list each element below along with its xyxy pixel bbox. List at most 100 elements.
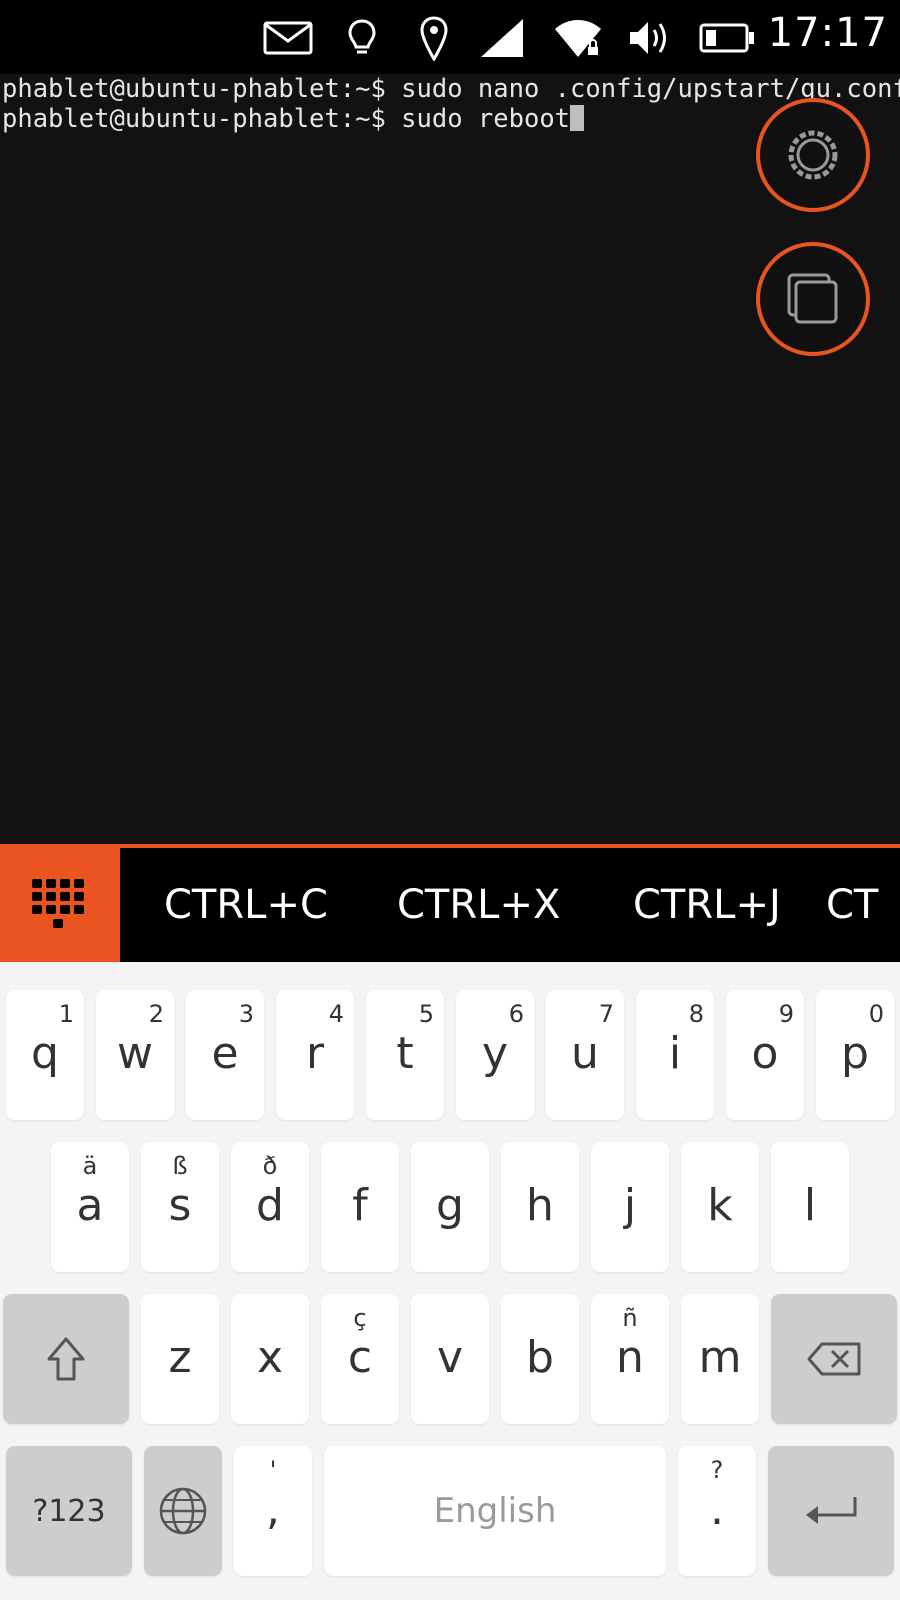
key-w[interactable]: 2w bbox=[96, 990, 174, 1120]
battery-icon[interactable] bbox=[698, 16, 756, 60]
key-h[interactable]: h bbox=[501, 1142, 579, 1272]
key-label: t bbox=[396, 1028, 414, 1079]
key-sup: ñ bbox=[622, 1304, 638, 1332]
key-label: j bbox=[623, 1180, 637, 1231]
symbols-key[interactable]: ?123 bbox=[6, 1446, 132, 1576]
key-label: h bbox=[526, 1180, 554, 1231]
key-f[interactable]: f bbox=[321, 1142, 399, 1272]
settings-button[interactable] bbox=[756, 98, 870, 212]
key-sup: ð bbox=[262, 1152, 278, 1180]
key-t[interactable]: 5t bbox=[366, 990, 444, 1120]
globe-icon bbox=[144, 1446, 222, 1576]
key-r[interactable]: 4r bbox=[276, 990, 354, 1120]
key-label: l bbox=[803, 1180, 817, 1231]
key-sup: ? bbox=[710, 1456, 724, 1484]
key-k[interactable]: k bbox=[681, 1142, 759, 1272]
shortcut-ctrl-j[interactable]: CTRL+J bbox=[633, 848, 781, 962]
key-sup: 6 bbox=[508, 1000, 524, 1028]
message-icon[interactable] bbox=[262, 16, 314, 60]
key-label: g bbox=[436, 1180, 464, 1231]
key-sup: 8 bbox=[688, 1000, 704, 1028]
key-o[interactable]: 9o bbox=[726, 990, 804, 1120]
key-l[interactable]: l bbox=[771, 1142, 849, 1272]
key-sup: 7 bbox=[598, 1000, 614, 1028]
symbols-key-label: ?123 bbox=[32, 1493, 106, 1529]
key-i[interactable]: 8i bbox=[636, 990, 714, 1120]
location-icon[interactable] bbox=[416, 16, 452, 61]
tabs-button[interactable] bbox=[756, 242, 870, 356]
on-screen-keyboard: 1q 2w 3e 4r 5t 6y 7u 8i 9o 0p äa ßs ðd f… bbox=[0, 962, 900, 1600]
terminal-line: phablet@ubuntu-phablet:~$ sudo nano .con… bbox=[2, 74, 900, 104]
key-sup: 0 bbox=[868, 1000, 884, 1028]
key-label: a bbox=[76, 1180, 104, 1231]
key-label: m bbox=[698, 1332, 742, 1383]
key-sup: 9 bbox=[778, 1000, 794, 1028]
enter-key[interactable] bbox=[768, 1446, 894, 1576]
key-j[interactable]: j bbox=[591, 1142, 669, 1272]
gear-icon bbox=[788, 130, 838, 180]
backspace-icon bbox=[771, 1294, 897, 1424]
wifi-secure-icon[interactable] bbox=[552, 16, 604, 60]
backspace-key[interactable] bbox=[771, 1294, 897, 1424]
volume-icon[interactable] bbox=[628, 16, 672, 60]
space-key[interactable]: English bbox=[324, 1446, 666, 1576]
key-label: x bbox=[256, 1332, 284, 1383]
key-label: z bbox=[168, 1332, 192, 1383]
key-sup: 5 bbox=[418, 1000, 434, 1028]
key-g[interactable]: g bbox=[411, 1142, 489, 1272]
shortcut-ctrl-c[interactable]: CTRL+C bbox=[164, 848, 328, 962]
key-sup: ' bbox=[269, 1456, 277, 1484]
shortcut-bar: CTRL+C CTRL+X CTRL+J CT bbox=[0, 844, 900, 965]
shortcut-ctrl-x[interactable]: CTRL+X bbox=[397, 848, 560, 962]
key-label: b bbox=[526, 1332, 554, 1383]
key-x[interactable]: x bbox=[231, 1294, 309, 1424]
space-key-label: English bbox=[433, 1491, 557, 1531]
shortcut-partial[interactable]: CT bbox=[826, 848, 878, 962]
key-p[interactable]: 0p bbox=[816, 990, 894, 1120]
key-y[interactable]: 6y bbox=[456, 990, 534, 1120]
key-d[interactable]: ðd bbox=[231, 1142, 309, 1272]
key-c[interactable]: çc bbox=[321, 1294, 399, 1424]
key-label: i bbox=[668, 1028, 682, 1079]
shift-icon bbox=[3, 1294, 129, 1424]
key-label: f bbox=[352, 1180, 368, 1231]
key-m[interactable]: m bbox=[681, 1294, 759, 1424]
key-sup: 1 bbox=[58, 1000, 74, 1028]
terminal-output[interactable]: phablet@ubuntu-phablet:~$ sudo nano .con… bbox=[0, 74, 900, 844]
language-key[interactable] bbox=[144, 1446, 222, 1576]
windows-icon bbox=[787, 273, 838, 324]
key-label: d bbox=[256, 1180, 284, 1231]
key-n[interactable]: ñn bbox=[591, 1294, 669, 1424]
terminal-line-current: phablet@ubuntu-phablet:~$ sudo reboot bbox=[2, 104, 585, 134]
key-q[interactable]: 1q bbox=[6, 990, 84, 1120]
key-label: w bbox=[117, 1028, 153, 1079]
key-sup: ä bbox=[82, 1152, 98, 1180]
key-label: u bbox=[571, 1028, 599, 1079]
key-b[interactable]: b bbox=[501, 1294, 579, 1424]
keypad-icon bbox=[32, 879, 84, 928]
clock: 17:17 bbox=[767, 10, 888, 56]
key-label: v bbox=[436, 1332, 464, 1383]
key-label: s bbox=[168, 1180, 192, 1231]
key-label: q bbox=[31, 1028, 59, 1079]
key-e[interactable]: 3e bbox=[186, 990, 264, 1120]
key-label: p bbox=[841, 1028, 869, 1079]
terminal-line-text: phablet@ubuntu-phablet:~$ sudo reboot bbox=[2, 104, 571, 134]
key-label: n bbox=[616, 1332, 644, 1383]
key-label: . bbox=[710, 1484, 724, 1535]
key-sup: ß bbox=[172, 1152, 188, 1180]
key-a[interactable]: äa bbox=[51, 1142, 129, 1272]
comma-key[interactable]: ', bbox=[234, 1446, 312, 1576]
keypad-menu-button[interactable] bbox=[0, 848, 120, 962]
period-key[interactable]: ?. bbox=[678, 1446, 756, 1576]
enter-icon bbox=[768, 1446, 894, 1576]
key-s[interactable]: ßs bbox=[141, 1142, 219, 1272]
lightbulb-icon[interactable] bbox=[344, 16, 380, 60]
key-label: e bbox=[211, 1028, 239, 1079]
key-u[interactable]: 7u bbox=[546, 990, 624, 1120]
key-v[interactable]: v bbox=[411, 1294, 489, 1424]
shift-key[interactable] bbox=[3, 1294, 129, 1424]
text-cursor bbox=[570, 105, 585, 131]
key-z[interactable]: z bbox=[141, 1294, 219, 1424]
cellular-signal-icon[interactable] bbox=[478, 16, 526, 60]
